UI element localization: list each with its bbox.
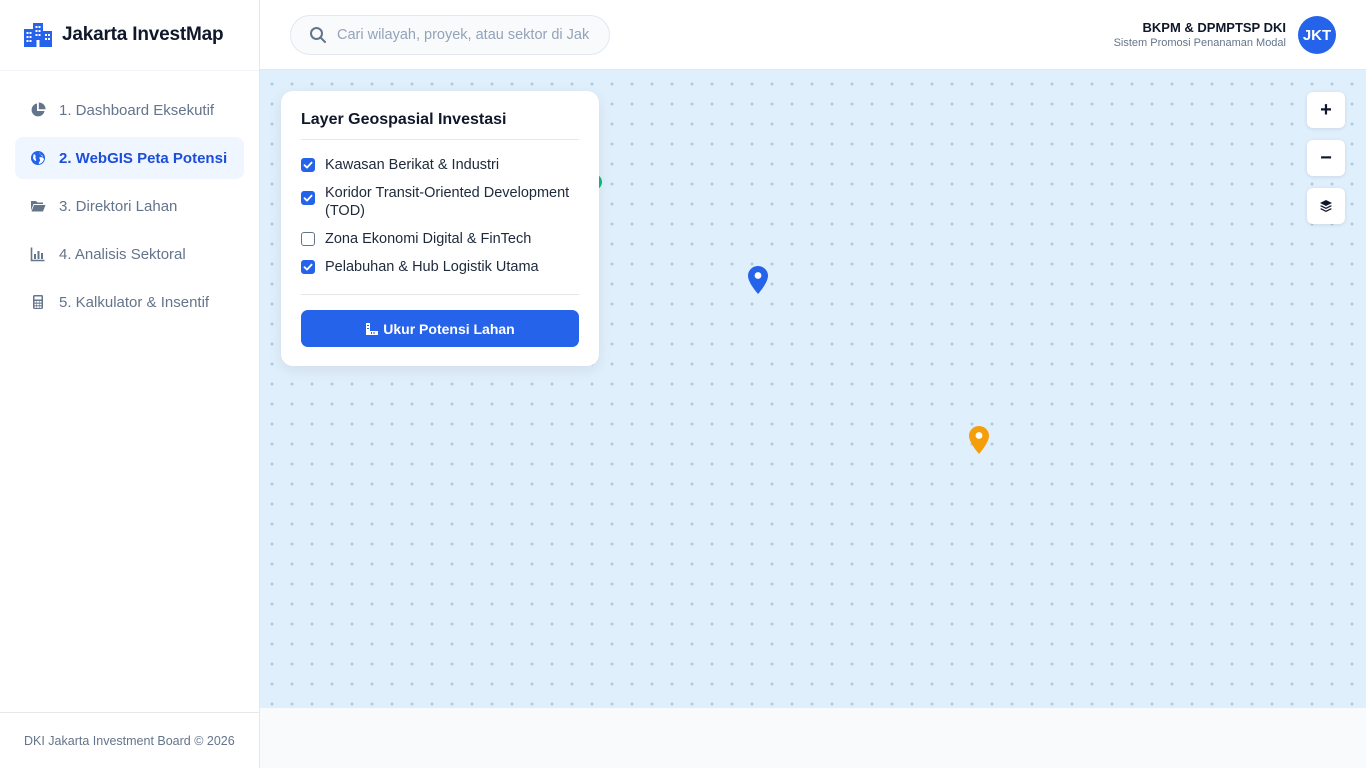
layer-toggle-kawasan-berikat[interactable]: Kawasan Berikat & Industri	[301, 156, 579, 174]
layer-toggle-zona-ekonomi-digital[interactable]: Zona Ekonomi Digital & FinTech	[301, 230, 579, 248]
checkmark-icon	[303, 194, 313, 202]
map-canvas[interactable]: Layer Geospasial Investasi Kawasan Berik…	[260, 70, 1366, 708]
search-input[interactable]	[337, 27, 589, 43]
organization-info: BKPM & DPMPTSP DKI Sistem Promosi Penana…	[1114, 20, 1286, 50]
layer-label: Zona Ekonomi Digital & FinTech	[325, 231, 532, 247]
map-footer-area	[260, 708, 1366, 768]
map-pin-icon[interactable]	[969, 426, 989, 454]
pie-chart-icon	[29, 101, 47, 119]
globe-icon	[29, 149, 47, 167]
search-bar[interactable]	[290, 15, 610, 55]
brand[interactable]: Jakarta InvestMap	[0, 0, 259, 71]
calculator-icon	[29, 293, 47, 311]
layers-icon	[1320, 200, 1332, 212]
sidebar-item-kalkulator[interactable]: 5. Kalkulator & Insentif	[15, 281, 244, 323]
layer-checkbox[interactable]	[301, 260, 315, 274]
layer-label: Pelabuhan & Hub Logistik Utama	[325, 259, 539, 275]
checkmark-icon	[303, 161, 313, 169]
map-pin-icon[interactable]	[748, 266, 768, 294]
zoom-out-button[interactable]: −	[1307, 140, 1345, 176]
avatar[interactable]: JKT	[1298, 16, 1336, 54]
layer-label: Kawasan Berikat & Industri	[325, 157, 500, 173]
layer-label: Koridor Transit-Oriented Development (TO…	[325, 185, 570, 219]
sidebar-item-label: 2. WebGIS Peta Potensi	[59, 149, 228, 167]
layer-checkbox[interactable]	[301, 158, 315, 172]
measure-land-button[interactable]: Ukur Potensi Lahan	[301, 310, 579, 347]
layer-panel-title: Layer Geospasial Investasi	[301, 111, 579, 140]
organization-subtitle: Sistem Promosi Penanaman Modal	[1113, 37, 1286, 49]
layer-checkbox[interactable]	[301, 191, 315, 205]
city-buildings-icon	[24, 23, 52, 47]
sidebar-item-label: 3. Direktori Lahan	[59, 197, 178, 215]
layer-toggle-koridor-tod[interactable]: Koridor Transit-Oriented Development (TO…	[301, 184, 579, 220]
layers-button[interactable]	[1307, 188, 1345, 224]
layer-panel: Layer Geospasial Investasi Kawasan Berik…	[281, 91, 599, 366]
sidebar-item-label: 5. Kalkulator & Insentif	[59, 293, 210, 311]
top-header: BKPM & DPMPTSP DKI Sistem Promosi Penana…	[260, 0, 1366, 70]
organization-name: BKPM & DPMPTSP DKI	[1142, 20, 1287, 35]
sidebar-item-label: 4. Analisis Sektoral	[59, 245, 186, 263]
sidebar-footer: DKI Jakarta Investment Board © 2026	[0, 712, 259, 768]
zoom-in-button[interactable]: +	[1307, 92, 1345, 128]
layer-toggle-pelabuhan[interactable]: Pelabuhan & Hub Logistik Utama	[301, 258, 579, 276]
sidebar-item-dashboard[interactable]: 1. Dashboard Eksekutif	[15, 89, 244, 131]
sidebar-item-analisis[interactable]: 4. Analisis Sektoral	[15, 233, 244, 275]
sidebar: Jakarta InvestMap 1. Dashboard Eksekutif…	[0, 0, 260, 768]
checkmark-icon	[303, 263, 313, 271]
sidebar-item-webgis[interactable]: 2. WebGIS Peta Potensi	[15, 137, 244, 179]
brand-title: Jakarta InvestMap	[62, 24, 224, 45]
sidebar-item-direktori[interactable]: 3. Direktori Lahan	[15, 185, 244, 227]
folder-open-icon	[29, 197, 47, 215]
sidebar-item-label: 1. Dashboard Eksekutif	[59, 101, 215, 119]
layer-list: Kawasan Berikat & Industri Koridor Trans…	[301, 140, 579, 295]
measure-land-label: Ukur Potensi Lahan	[383, 320, 515, 337]
search-icon	[310, 27, 326, 43]
ruler-icon	[366, 322, 379, 335]
bar-chart-icon	[29, 245, 47, 263]
layer-checkbox[interactable]	[301, 232, 315, 246]
sidebar-nav: 1. Dashboard Eksekutif 2. WebGIS Peta Po…	[0, 71, 259, 323]
